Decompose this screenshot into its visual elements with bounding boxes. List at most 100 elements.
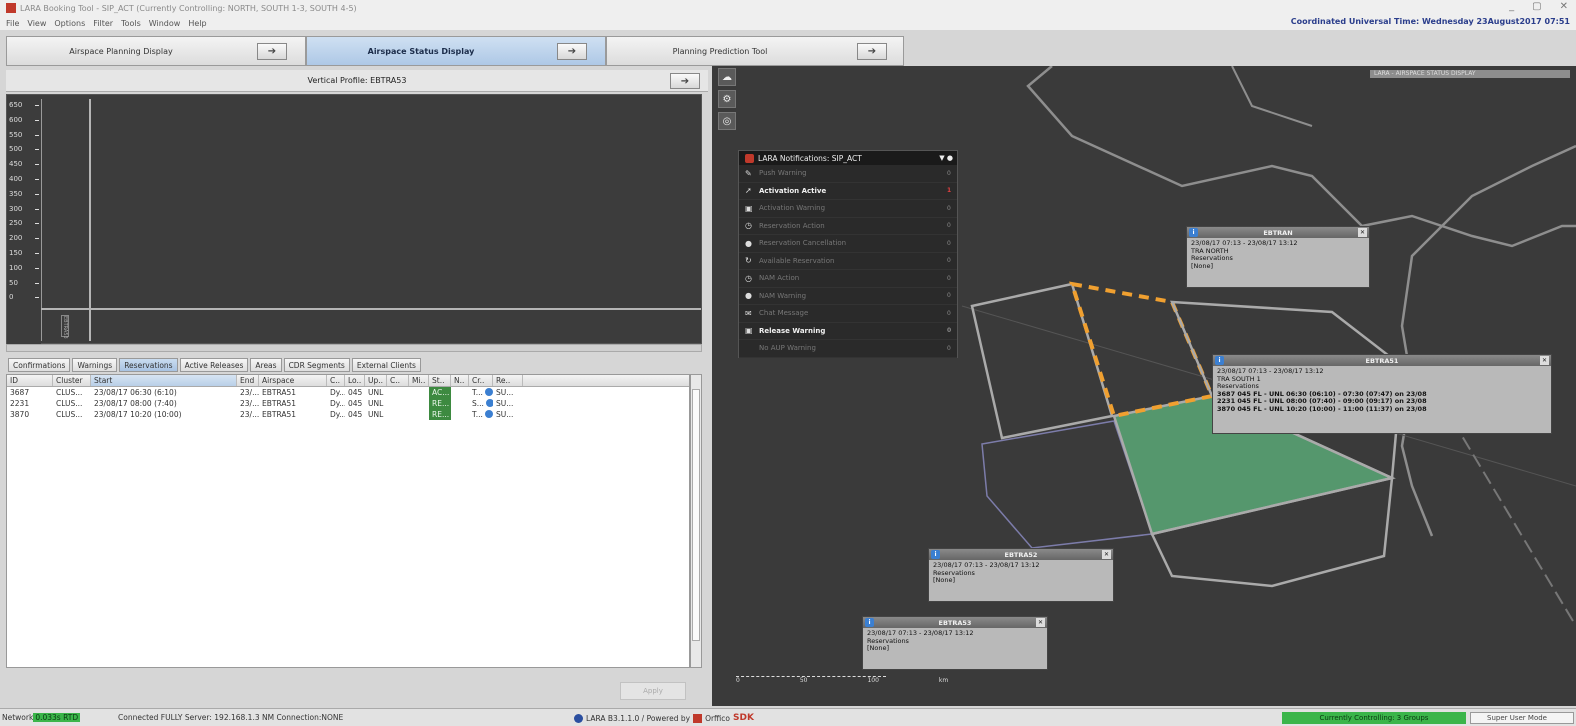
menu-tools[interactable]: Tools xyxy=(121,19,141,28)
column-header[interactable]: Lo.. xyxy=(345,375,365,386)
notifications-list: ✎ Push Warning 0 ➚ Activation Active 1 ▣ Activa… xyxy=(739,165,957,358)
open-arrow-button[interactable]: ➔ xyxy=(557,43,587,60)
cell-end: 23/... xyxy=(240,399,259,408)
open-arrow-button[interactable]: ➔ xyxy=(257,43,287,60)
cell-end: 23/... xyxy=(240,410,259,419)
menu-window[interactable]: Window xyxy=(149,19,181,28)
column-header[interactable]: Cr.. xyxy=(469,375,493,386)
calendar-icon: ▣ xyxy=(745,203,753,213)
notification-item[interactable]: ✉ Chat Message 0 xyxy=(739,305,957,323)
plot-border xyxy=(41,99,42,341)
info-icon[interactable] xyxy=(484,410,493,418)
info-icon: i xyxy=(1189,228,1198,237)
menu-options[interactable]: Options xyxy=(54,19,85,28)
y-tick-label: 650 xyxy=(9,101,23,109)
column-header[interactable]: Up.. xyxy=(365,375,387,386)
map-overview-label: LARA - AIRSPACE STATUS DISPLAY xyxy=(1370,70,1570,78)
notification-item[interactable]: ● Reservation Cancellation 0 xyxy=(739,235,957,253)
vertical-profile-title: Vertical Profile: EBTRA53 xyxy=(307,76,407,85)
column-header[interactable]: Re.. xyxy=(493,375,523,386)
infobox-ebtra51[interactable]: i EBTRA51 ✕ 23/08/17 07:13 - 23/08/17 13… xyxy=(1212,354,1552,434)
tab-planning-prediction-tool[interactable]: Planning Prediction Tool ➔ xyxy=(606,36,904,66)
notification-item[interactable]: ↻ Available Reservation 0 xyxy=(739,253,957,270)
cell-c: Dy... xyxy=(330,399,345,408)
column-header[interactable]: Mi.. xyxy=(409,375,429,386)
infobox-ebtra53[interactable]: i EBTRA53 ✕ 23/08/17 07:13 - 23/08/17 13… xyxy=(862,616,1048,670)
vertical-profile-arrow-button[interactable]: ➔ xyxy=(670,73,700,89)
chevron-down-icon[interactable]: ▼ ● xyxy=(939,154,953,162)
y-tick-label: 450 xyxy=(9,160,23,169)
infobox-ebtran[interactable]: i EBTRAN ✕ 23/08/17 07:13 - 23/08/17 13:… xyxy=(1186,226,1370,288)
info-icon[interactable] xyxy=(485,399,493,407)
tab-reservations[interactable]: Reservations xyxy=(119,358,178,372)
circle-icon: ● xyxy=(745,238,752,248)
notification-count: 0 xyxy=(947,292,951,300)
column-header[interactable]: Airspace xyxy=(259,375,327,386)
y-tick-mark xyxy=(35,267,39,269)
apply-button[interactable]: Apply xyxy=(620,682,686,700)
notification-item[interactable]: ◷ Reservation Action 0 xyxy=(739,218,957,235)
cell-creator: T... xyxy=(469,409,493,420)
infobox-ebtra52[interactable]: i EBTRA52 ✕ 23/08/17 07:13 - 23/08/17 13… xyxy=(928,548,1114,602)
column-header[interactable]: End xyxy=(237,375,259,386)
menu-help[interactable]: Help xyxy=(188,19,206,28)
notification-item[interactable]: ● NAM Warning 0 xyxy=(739,288,957,305)
layer-icon[interactable]: ☁ xyxy=(718,68,736,86)
close-icon[interactable]: ✕ xyxy=(1036,618,1045,627)
column-header[interactable]: C.. xyxy=(327,375,345,386)
y-tick-label: 100 xyxy=(9,263,23,272)
super-user-toggle[interactable]: Super User Mode xyxy=(1470,712,1574,724)
sub-tabs: Confirmations Warnings Reservations Acti… xyxy=(8,358,421,372)
tab-external-clients[interactable]: External Clients xyxy=(351,358,421,372)
refresh-icon: ↻ xyxy=(745,256,752,266)
close-icon[interactable]: ✕ xyxy=(1102,550,1111,559)
column-header[interactable]: C.. xyxy=(387,375,409,386)
wrench-icon: ✎ xyxy=(745,168,752,178)
maximize-button[interactable]: ▢ xyxy=(1532,1,1541,12)
circle-icon: ● xyxy=(745,291,752,301)
table-row[interactable]: 3687 CLUS... 23/08/17 06:30 (6:10) 23/..… xyxy=(7,387,689,398)
vertical-profile-scrollbar[interactable] xyxy=(6,344,702,352)
notifications-header[interactable]: LARA Notifications: SIP_ACT ▼ ● xyxy=(739,151,957,165)
tab-airspace-planning-display[interactable]: Airspace Planning Display ➔ xyxy=(6,36,306,66)
menu-filter[interactable]: Filter xyxy=(93,19,113,28)
settings-icon[interactable]: ⚙ xyxy=(718,90,736,108)
controlling-badge[interactable]: Currently Controlling: 3 Groups xyxy=(1282,712,1466,724)
scrollbar-thumb[interactable] xyxy=(692,389,700,641)
minimize-button[interactable]: _ xyxy=(1509,1,1514,12)
table-row[interactable]: 2231 CLUS... 23/08/17 08:00 (7:40) 23/..… xyxy=(7,398,689,409)
table-row[interactable]: 3870 CLUS... 23/08/17 10:20 (10:00) 23/.… xyxy=(7,409,689,420)
table-scrollbar[interactable] xyxy=(690,374,702,668)
clock-icon: ◷ xyxy=(745,221,752,231)
info-icon[interactable] xyxy=(484,388,493,396)
open-arrow-button[interactable]: ➔ xyxy=(857,43,887,60)
menu-file[interactable]: File xyxy=(6,19,19,28)
tab-cdr-segments[interactable]: CDR Segments xyxy=(283,358,350,372)
column-header[interactable]: St.. xyxy=(429,375,451,386)
cell-re: SU... xyxy=(496,399,514,408)
column-header[interactable]: Cluster xyxy=(53,375,91,386)
notification-item[interactable]: ➚ Activation Active 1 xyxy=(739,183,957,200)
close-button[interactable]: ✕ xyxy=(1560,1,1568,12)
notification-item[interactable]: ▣ Activation Warning 0 xyxy=(739,200,957,218)
y-tick-mark xyxy=(35,253,39,254)
tab-airspace-status-display[interactable]: Airspace Status Display ➔ xyxy=(306,36,606,66)
globe-icon[interactable]: ◎ xyxy=(718,112,736,130)
notification-item[interactable]: No AUP Warning 0 xyxy=(739,340,957,358)
y-tick-label: 200 xyxy=(9,234,23,243)
notification-item[interactable]: ◷ NAM Action 0 xyxy=(739,270,957,288)
notification-item[interactable]: ▣ Release Warning 0 xyxy=(739,323,957,340)
column-header[interactable]: ID xyxy=(7,375,53,386)
tab-active-releases[interactable]: Active Releases xyxy=(179,358,249,372)
tab-warnings[interactable]: Warnings xyxy=(72,358,118,372)
notification-item[interactable]: ✎ Push Warning 0 xyxy=(739,165,957,183)
close-icon[interactable]: ✕ xyxy=(1358,228,1367,237)
tab-confirmations[interactable]: Confirmations xyxy=(8,358,71,372)
notification-count: 0 xyxy=(947,327,952,335)
column-header-sorted[interactable]: Start xyxy=(91,375,237,386)
column-header[interactable]: N.. xyxy=(451,375,469,386)
tab-areas[interactable]: Areas xyxy=(250,358,282,372)
menu-view[interactable]: View xyxy=(27,19,46,28)
close-icon[interactable]: ✕ xyxy=(1540,356,1549,365)
y-tick-mark xyxy=(35,134,39,136)
